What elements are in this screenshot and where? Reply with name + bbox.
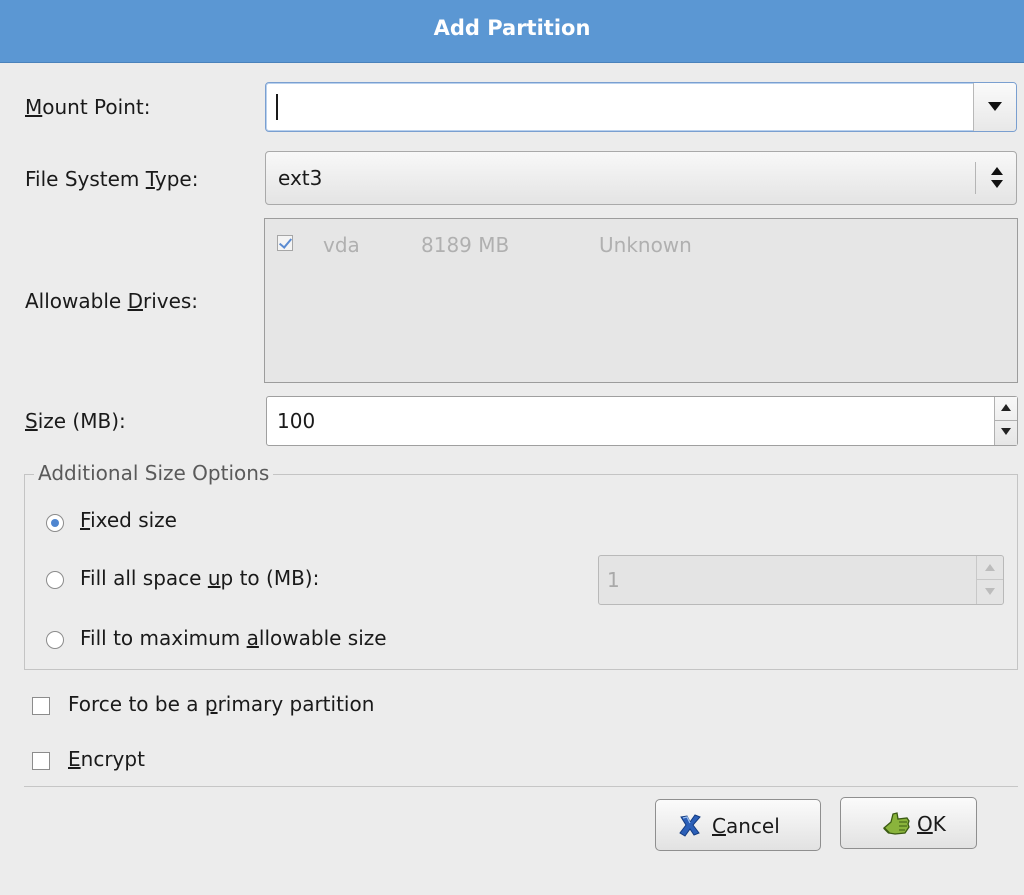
fs-type-value: ext3 (278, 166, 323, 190)
encrypt-checkbox[interactable] (32, 752, 50, 770)
size-options-legend: Additional Size Options (34, 461, 274, 485)
primary-partition-checkbox[interactable] (32, 697, 50, 715)
cancel-x-icon (679, 814, 701, 837)
mount-point-input[interactable] (274, 89, 968, 127)
allowable-drives-list[interactable]: vda 8189 MB Unknown (264, 218, 1018, 383)
fixed-size-radio[interactable] (46, 514, 64, 532)
mount-point-combo[interactable] (265, 82, 1017, 132)
drive-model: Unknown (599, 233, 692, 257)
dialog-title: Add Partition (433, 16, 591, 40)
fs-type-separator (975, 162, 976, 194)
fill-upto-value: 1 (607, 568, 620, 592)
ok-hand-icon (883, 812, 910, 835)
updown-arrows-icon (991, 167, 1003, 189)
fs-type-select[interactable]: ext3 (265, 151, 1017, 205)
drive-size: 8189 MB (421, 233, 510, 257)
fill-max-radio[interactable] (46, 631, 64, 649)
dialog-titlebar: Add Partition (0, 0, 1024, 63)
mount-point-label: Mount Point: (25, 95, 151, 119)
drive-name: vda (323, 233, 360, 257)
text-cursor (276, 94, 278, 120)
fill-upto-spin-buttons (976, 556, 1003, 604)
ok-button[interactable]: OK (840, 797, 977, 849)
fill-max-label[interactable]: Fill to maximum allowable size (80, 626, 387, 650)
ok-button-label: OK (917, 812, 946, 836)
spin-up-icon[interactable] (1001, 404, 1011, 411)
size-spinbox[interactable]: 100 (266, 396, 1018, 446)
cancel-button-label: Cancel (712, 814, 780, 838)
list-item[interactable]: vda 8189 MB Unknown (277, 233, 997, 259)
fill-upto-radio[interactable] (46, 571, 64, 589)
spin-up-icon (985, 564, 995, 571)
spin-down-icon (985, 588, 995, 595)
primary-partition-label[interactable]: Force to be a primary partition (68, 692, 374, 716)
allowable-drives-label: Allowable Drives: (25, 289, 199, 313)
size-value: 100 (277, 409, 316, 433)
drive-checkbox[interactable] (277, 235, 293, 251)
button-separator (24, 786, 1018, 787)
encrypt-label[interactable]: Encrypt (68, 747, 145, 771)
chevron-down-icon (988, 102, 1002, 111)
fs-type-label: File System Type: (25, 167, 199, 191)
mount-point-dropdown-button[interactable] (973, 83, 1016, 131)
cancel-button[interactable]: Cancel (655, 799, 821, 851)
size-spin-buttons[interactable] (994, 397, 1017, 445)
fill-upto-spinbox: 1 (598, 555, 1004, 605)
spin-down-icon[interactable] (1001, 428, 1011, 435)
size-label: Size (MB): (25, 409, 126, 433)
fill-upto-label[interactable]: Fill all space up to (MB): (80, 566, 319, 590)
fixed-size-label[interactable]: Fixed size (80, 508, 177, 532)
